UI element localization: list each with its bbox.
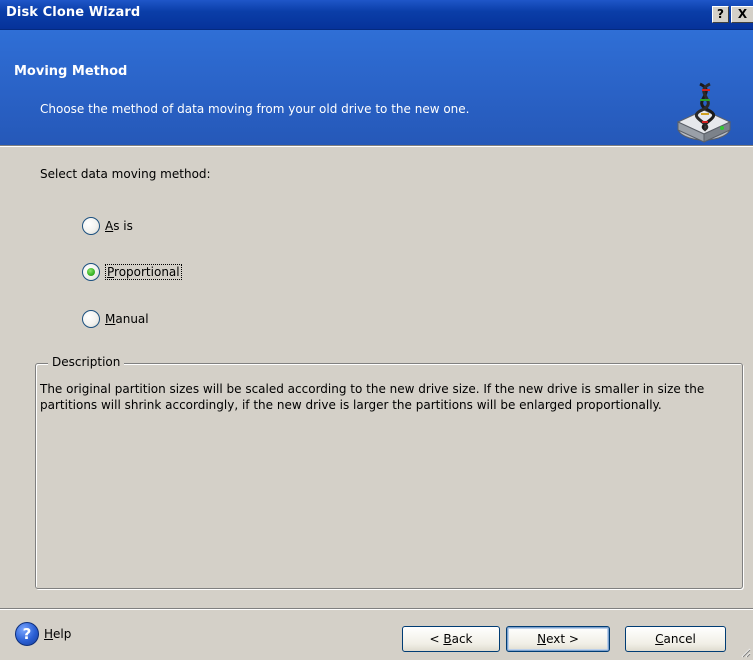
- resize-grip-icon[interactable]: [741, 648, 751, 658]
- back-button[interactable]: < Back: [402, 626, 500, 652]
- radio-as-is[interactable]: [82, 217, 100, 235]
- radio-manual[interactable]: [82, 310, 100, 328]
- option-manual-label[interactable]: Manual: [105, 312, 149, 326]
- page-title: Moving Method: [14, 64, 128, 79]
- description-text: The original partition sizes will be sca…: [40, 382, 705, 412]
- option-proportional-label[interactable]: Proportional: [105, 264, 182, 280]
- option-manual[interactable]: Manual: [82, 308, 149, 330]
- wizard-header: Moving Method Choose the method of data …: [0, 30, 753, 145]
- title-bar[interactable]: Disk Clone Wizard ? X: [0, 0, 753, 30]
- help-title-button[interactable]: ?: [712, 6, 729, 23]
- help-icon: ?: [15, 622, 39, 646]
- page-subtitle: Choose the method of data moving from yo…: [40, 102, 470, 116]
- header-divider: [0, 145, 753, 147]
- select-method-label: Select data moving method:: [40, 167, 211, 181]
- close-button[interactable]: X: [731, 6, 753, 23]
- option-proportional[interactable]: Proportional: [82, 261, 182, 283]
- window-title: Disk Clone Wizard: [6, 5, 141, 20]
- footer-divider: [0, 608, 753, 610]
- option-as-is[interactable]: As is: [82, 215, 133, 237]
- disk-clone-wizard-window: Disk Clone Wizard ? X Moving Method Choo…: [0, 0, 753, 660]
- help-label[interactable]: Help: [44, 627, 71, 641]
- description-title: Description: [48, 355, 125, 369]
- help-button[interactable]: ? Help: [15, 622, 71, 646]
- cancel-button[interactable]: Cancel: [625, 626, 726, 652]
- radio-proportional[interactable]: [82, 263, 100, 281]
- next-button[interactable]: Next >: [506, 626, 610, 652]
- option-as-is-label[interactable]: As is: [105, 219, 133, 233]
